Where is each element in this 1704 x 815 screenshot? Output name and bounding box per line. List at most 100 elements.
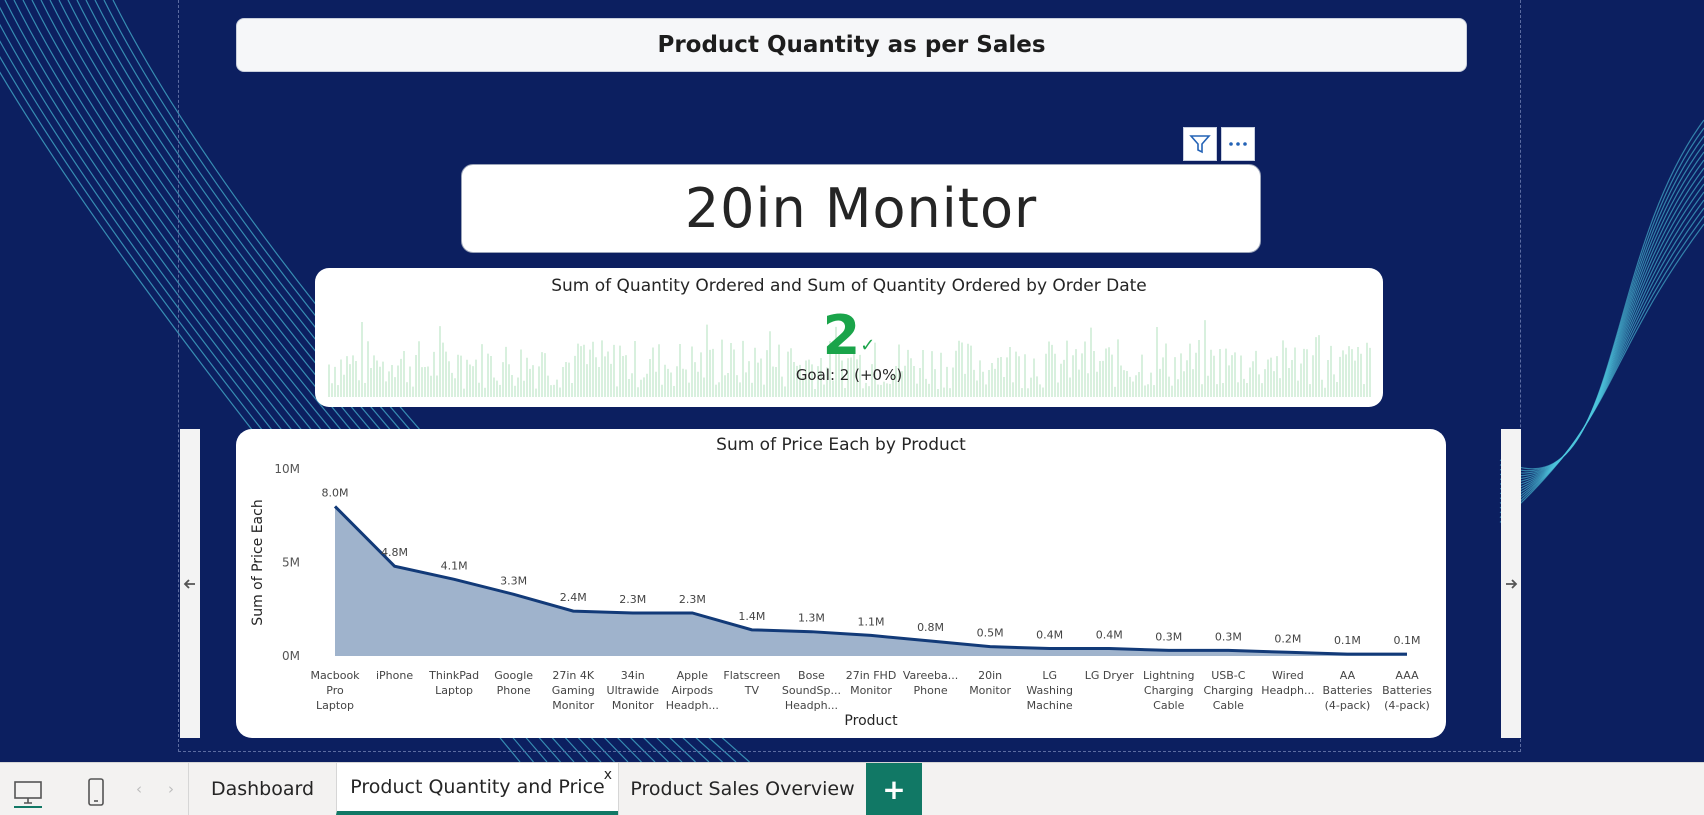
tab-product-sales-overview[interactable]: Product Sales Overview bbox=[618, 763, 866, 815]
kpi-title: Sum of Quantity Ordered and Sum of Quant… bbox=[551, 276, 1147, 296]
x-tick-label: Airpods bbox=[672, 684, 714, 697]
x-tick-label: 34in bbox=[621, 669, 645, 682]
x-tick-label: Batteries bbox=[1382, 684, 1432, 697]
x-tick-label: Lightning bbox=[1143, 669, 1194, 682]
x-tick-label: Macbook bbox=[310, 669, 360, 682]
filter-icon-glyph bbox=[1189, 135, 1211, 154]
mobile-view-icon[interactable] bbox=[76, 773, 116, 813]
data-label: 0.8M bbox=[917, 621, 944, 634]
x-tick-label: Monitor bbox=[850, 684, 892, 697]
page-tab-bar: ‹ › Dashboard Product Quantity and Price… bbox=[0, 762, 1704, 815]
wave-line-right bbox=[1499, 191, 1704, 504]
x-tick-label: Pro bbox=[326, 684, 344, 697]
data-label: 0.4M bbox=[1036, 629, 1063, 642]
tab-product-quantity-and-price[interactable]: Product Quantity and Price x bbox=[336, 763, 618, 815]
kpi-goal: Goal: 2 (+0%) bbox=[795, 366, 903, 384]
x-tick-label: Phone bbox=[914, 684, 948, 697]
x-tick-label: Laptop bbox=[316, 699, 354, 712]
data-label: 4.8M bbox=[381, 546, 408, 559]
x-tick-label: 20in bbox=[978, 669, 1002, 682]
wave-line-right bbox=[1499, 175, 1704, 495]
x-tick-label: Washing bbox=[1026, 684, 1073, 697]
arrow-right-icon bbox=[1506, 578, 1518, 589]
report-canvas: Product Quantity as per Sales 20in Monit… bbox=[0, 0, 1704, 762]
x-tick-label: TV bbox=[744, 684, 760, 697]
x-tick-label: Bose bbox=[798, 669, 825, 682]
data-label: 1.1M bbox=[858, 615, 885, 628]
x-tick-label: Ultrawide bbox=[607, 684, 660, 697]
x-tick-label: (4-pack) bbox=[1384, 699, 1430, 712]
x-tick-label: SoundSp... bbox=[782, 684, 841, 697]
tab-label: Product Quantity and Price bbox=[350, 776, 605, 798]
x-tick-label: Wired bbox=[1272, 669, 1304, 682]
tab-scroll-next-icon[interactable]: › bbox=[168, 780, 174, 798]
x-tick-label: Monitor bbox=[552, 699, 594, 712]
wave-line-right bbox=[1499, 199, 1704, 509]
x-tick-label: (4-pack) bbox=[1325, 699, 1371, 712]
tab-dashboard[interactable]: Dashboard bbox=[188, 763, 336, 815]
x-tick-label: Batteries bbox=[1323, 684, 1373, 697]
area-fill bbox=[335, 506, 1407, 656]
x-tick-label: Flatscreen bbox=[723, 669, 780, 682]
arrow-left-icon bbox=[183, 578, 195, 589]
check-icon: ✓ bbox=[860, 335, 876, 356]
x-tick-label: AA bbox=[1340, 669, 1356, 682]
x-tick-label: ThinkPad bbox=[428, 669, 479, 682]
filter-icon[interactable] bbox=[1183, 127, 1217, 161]
wave-line-right bbox=[1499, 135, 1704, 474]
x-tick-label: Charging bbox=[1144, 684, 1194, 697]
x-tick-label: Headph... bbox=[785, 699, 838, 712]
kpi-card[interactable]: Sum of Quantity Ordered and Sum of Quant… bbox=[315, 268, 1383, 407]
scroll-left-arrow[interactable] bbox=[180, 429, 200, 738]
mobile-glyph bbox=[88, 778, 104, 806]
add-page-button[interactable]: + bbox=[866, 763, 922, 815]
y-tick-label: 5M bbox=[282, 556, 300, 570]
tab-scroll-prev-icon[interactable]: ‹ bbox=[136, 780, 142, 798]
more-options-icon[interactable] bbox=[1221, 127, 1255, 161]
y-tick-label: 10M bbox=[274, 462, 300, 476]
tab-label: Product Sales Overview bbox=[630, 778, 855, 800]
x-tick-label: 27in 4K bbox=[552, 669, 595, 682]
x-tick-label: AAA bbox=[1395, 669, 1419, 682]
scroll-right-arrow[interactable] bbox=[1501, 429, 1521, 738]
x-tick-label: Cable bbox=[1153, 699, 1184, 712]
wave-line-right bbox=[1499, 207, 1704, 514]
wave-line-right bbox=[1499, 127, 1704, 472]
data-label: 0.3M bbox=[1155, 630, 1182, 643]
data-label: 0.1M bbox=[1334, 634, 1361, 647]
wave-line-right bbox=[1499, 151, 1704, 480]
x-tick-label: LG Dryer bbox=[1085, 669, 1134, 682]
x-tick-label: Machine bbox=[1027, 699, 1073, 712]
y-axis-label: Sum of Price Each bbox=[250, 499, 266, 625]
data-label: 0.2M bbox=[1274, 632, 1301, 645]
x-tick-label: LG bbox=[1042, 669, 1057, 682]
data-label: 0.4M bbox=[1096, 629, 1123, 642]
area-chart: 10M 5M 0M Sum of Price Each 8.0M Macbook Pro La… bbox=[250, 462, 1432, 729]
x-tick-label: Monitor bbox=[612, 699, 654, 712]
tab-label: Dashboard bbox=[210, 778, 315, 800]
x-tick-label: Phone bbox=[497, 684, 531, 697]
x-tick-label: Charging bbox=[1203, 684, 1253, 697]
x-tick-label: Vareeba... bbox=[903, 669, 958, 682]
data-label: 4.1M bbox=[441, 559, 468, 572]
data-label: 1.3M bbox=[798, 612, 825, 625]
wave-line-right bbox=[1499, 143, 1704, 477]
slicer-toolbar bbox=[1183, 127, 1255, 161]
desktop-glyph bbox=[14, 781, 42, 808]
close-tab-icon[interactable]: x bbox=[604, 767, 612, 783]
area-chart-card[interactable]: Sum of Price Each by Product 10M 5M 0M Sum … bbox=[236, 429, 1446, 738]
kpi-value: 2✓ bbox=[315, 306, 1383, 366]
x-tick-label: Headph... bbox=[1261, 684, 1314, 697]
data-label: 2.3M bbox=[619, 593, 646, 606]
x-tick-label: Laptop bbox=[435, 684, 473, 697]
data-label: 0.3M bbox=[1215, 630, 1242, 643]
wave-line-right bbox=[1499, 167, 1704, 490]
page-title: Product Quantity as per Sales bbox=[236, 18, 1467, 72]
data-label: 0.5M bbox=[977, 627, 1004, 640]
x-tick-label: Cable bbox=[1213, 699, 1244, 712]
x-tick-label: Monitor bbox=[969, 684, 1011, 697]
wave-line-right bbox=[1499, 183, 1704, 499]
desktop-view-icon[interactable] bbox=[8, 773, 48, 813]
wave-line-right bbox=[1499, 119, 1704, 470]
selected-product-card[interactable]: 20in Monitor bbox=[461, 164, 1261, 253]
